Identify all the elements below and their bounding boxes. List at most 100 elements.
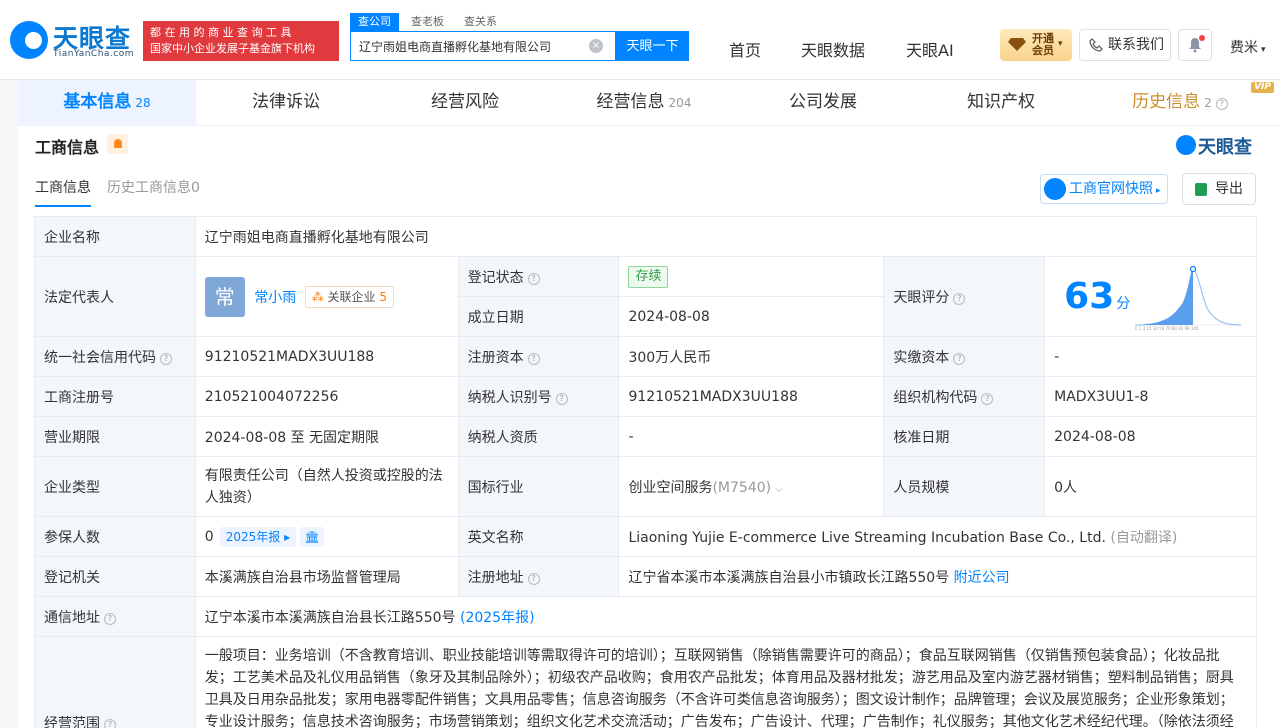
- nav-ai[interactable]: 天眼AI: [906, 37, 954, 61]
- nearby-companies-link[interactable]: 附近公司: [954, 570, 1010, 586]
- tab-label: 基本信息: [63, 92, 132, 112]
- tab-label: 历史信息: [1132, 92, 1201, 112]
- search-tab-boss[interactable]: 查老板: [403, 13, 452, 31]
- unread-dot: [1199, 35, 1205, 41]
- org-code-label: 组织机构代码?: [883, 376, 1046, 417]
- contact-label: 联系我们: [1108, 37, 1164, 53]
- business-info-table: 企业名称 辽宁雨姐电商直播孵化基地有限公司 法定代表人 常 常小雨 ⁂ 关联企业…: [34, 216, 1258, 728]
- industry-value: 创业空间服务: [628, 479, 713, 496]
- tab-legal[interactable]: 法律诉讼: [196, 80, 376, 126]
- found-date-label: 成立日期: [457, 296, 620, 337]
- auto-translate-note: (自动翻译): [1110, 529, 1178, 546]
- reg-capital-label: 注册资本?: [457, 336, 620, 377]
- subtab-history-business-info[interactable]: 历史工商信息0: [107, 177, 200, 207]
- watermark-text: 天眼查: [1198, 137, 1252, 158]
- tab-basic-info[interactable]: 基本信息 28: [18, 80, 196, 126]
- mail-address-cell: 辽宁本溪市本溪满族自治县长江路550号 (2025年报): [194, 596, 1258, 637]
- vip-button[interactable]: 开通 会员 ▾: [1000, 29, 1072, 61]
- help-icon[interactable]: ?: [981, 392, 994, 405]
- help-icon[interactable]: ?: [104, 612, 116, 625]
- help-icon[interactable]: ?: [104, 719, 116, 728]
- tab-ip[interactable]: 知识产权: [912, 80, 1090, 126]
- industry-code: (M7540): [712, 479, 772, 496]
- score-cell[interactable]: 63 分 0 1 3 15 30 50 70 80 91 99 100: [1044, 256, 1257, 337]
- mail-address-label-text: 通信地址: [44, 609, 100, 626]
- legal-rep-name[interactable]: 常小雨: [254, 290, 296, 306]
- reg-address-cell: 辽宁省本溪市本溪满族自治县小市镇政长江路550号 附近公司: [618, 556, 1257, 597]
- related-companies-tag[interactable]: ⁂ 关联企业 5: [304, 285, 395, 308]
- taxpayer-qual-value: -: [618, 416, 885, 457]
- export-button[interactable]: 导出: [1182, 173, 1256, 205]
- eye-logo-icon: [1176, 135, 1196, 155]
- help-icon[interactable]: ?: [527, 352, 540, 365]
- table-row: 登记机关 本溪满族自治县市场监督管理局 注册地址? 辽宁省本溪市本溪满族自治县小…: [34, 556, 1257, 597]
- monitor-bell-icon[interactable]: [107, 134, 128, 154]
- staff-size-value: 0人: [1044, 456, 1257, 517]
- nav-data[interactable]: 天眼数据: [801, 37, 865, 61]
- tab-development[interactable]: 公司发展: [734, 80, 912, 126]
- annual-report-tag[interactable]: 2025年报 ▸: [219, 526, 297, 547]
- tab-label: 公司发展: [789, 92, 857, 112]
- search-input[interactable]: [351, 32, 581, 60]
- nav-home[interactable]: 首页: [729, 37, 761, 61]
- slogan-banner: 都 在 用 的 商 业 查 询 工 具 国家中小企业发展子基金旗下机构: [143, 21, 339, 61]
- vip-line-2: 会员: [1032, 44, 1054, 57]
- institution-icon[interactable]: 🏛: [300, 526, 325, 547]
- search-box: ×: [350, 31, 616, 61]
- term-value: 2024-08-08 至 无固定期限: [194, 416, 459, 457]
- annual-report-label: 2025年报: [225, 529, 281, 544]
- help-icon[interactable]: ?: [555, 392, 568, 405]
- approve-date-value: 2024-08-08: [1044, 416, 1257, 457]
- reg-capital-value: 300万人民币: [618, 336, 885, 377]
- official-snapshot-button[interactable]: 工商官网快照 ▸: [1040, 174, 1168, 204]
- table-row: 工商注册号 210521004072256 纳税人识别号? 91210521MA…: [34, 376, 1257, 417]
- search-tab-company[interactable]: 查公司: [350, 13, 399, 31]
- chevron-down-icon: ▾: [1261, 45, 1266, 55]
- top-header: 天眼查 TianYanCha.com 都 在 用 的 商 业 查 询 工 具 国…: [0, 0, 1280, 80]
- table-row: 营业期限 2024-08-08 至 无固定期限 纳税人资质 - 核准日期 202…: [34, 416, 1257, 457]
- en-name-value: Liaoning Yujie E-commerce Live Streaming…: [628, 529, 1106, 546]
- org-code-label-text: 组织机构代码: [893, 389, 978, 406]
- help-icon[interactable]: ?: [1215, 98, 1228, 110]
- score-label: 天眼评分?: [883, 256, 1046, 337]
- authority-label: 登记机关: [34, 556, 196, 597]
- credit-code-value: 91210521MADX3UU188: [194, 336, 459, 377]
- mail-address-value: 辽宁本溪市本溪满族自治县长江路550号: [204, 609, 456, 626]
- score-label-text: 天眼评分: [893, 289, 950, 306]
- help-icon[interactable]: ?: [160, 352, 172, 365]
- notification-button[interactable]: [1178, 29, 1212, 61]
- tab-risk[interactable]: 经营风险: [376, 80, 554, 126]
- clear-icon[interactable]: ×: [589, 39, 603, 53]
- help-icon[interactable]: ?: [953, 292, 966, 305]
- tab-operation[interactable]: 经营信息 204: [554, 80, 734, 126]
- search-button[interactable]: 天眼一下: [616, 31, 689, 61]
- subtab-business-info[interactable]: 工商信息: [35, 177, 91, 207]
- contact-button[interactable]: 联系我们: [1079, 29, 1171, 61]
- logo-domain: TianYanCha.com: [53, 49, 135, 59]
- search-tab-relation[interactable]: 查关系: [456, 13, 505, 31]
- help-icon[interactable]: ?: [527, 572, 540, 585]
- reg-no-value: 210521004072256: [194, 376, 459, 417]
- company-name-value: 辽宁雨姐电商直播孵化基地有限公司: [194, 216, 1258, 257]
- scope-label: 经营范围?: [34, 636, 196, 728]
- slogan-line-1: 都 在 用 的 商 业 查 询 工 具: [150, 26, 292, 39]
- industry-cell[interactable]: 创业空间服务(M7540) ⌵: [618, 456, 885, 517]
- avatar[interactable]: 常: [204, 276, 245, 317]
- user-menu[interactable]: 费米 ▾: [1230, 37, 1266, 57]
- taxpayer-id-label-text: 纳税人识别号: [467, 389, 552, 406]
- table-row: 经营范围? 一般项目：业务培训（不含教育培训、职业技能培训等需取得许可的培训）；…: [34, 636, 1258, 728]
- watermark-logo: 天眼查: [1176, 134, 1260, 158]
- term-label: 营业期限: [34, 416, 196, 457]
- snapshot-label: 工商官网快照: [1069, 181, 1153, 197]
- help-icon[interactable]: ?: [953, 352, 966, 365]
- tab-label: 法律诉讼: [252, 92, 320, 112]
- scope-value: 一般项目：业务培训（不含教育培训、职业技能培训等需取得许可的培训）；互联网销售（…: [194, 636, 1258, 728]
- tab-history[interactable]: 历史信息 2? VIP: [1090, 80, 1274, 126]
- tab-label: 经营信息: [596, 92, 665, 112]
- mail-report-link[interactable]: (2025年报): [460, 610, 535, 626]
- company-type-value: 有限责任公司（自然人投资或控股的法人独资）: [194, 456, 459, 517]
- taxpayer-id-label: 纳税人识别号?: [457, 376, 620, 417]
- scope-label-text: 经营范围: [44, 716, 100, 728]
- tianyancha-logo[interactable]: 天眼查 TianYanCha.com: [10, 21, 140, 63]
- help-icon[interactable]: ?: [527, 272, 540, 285]
